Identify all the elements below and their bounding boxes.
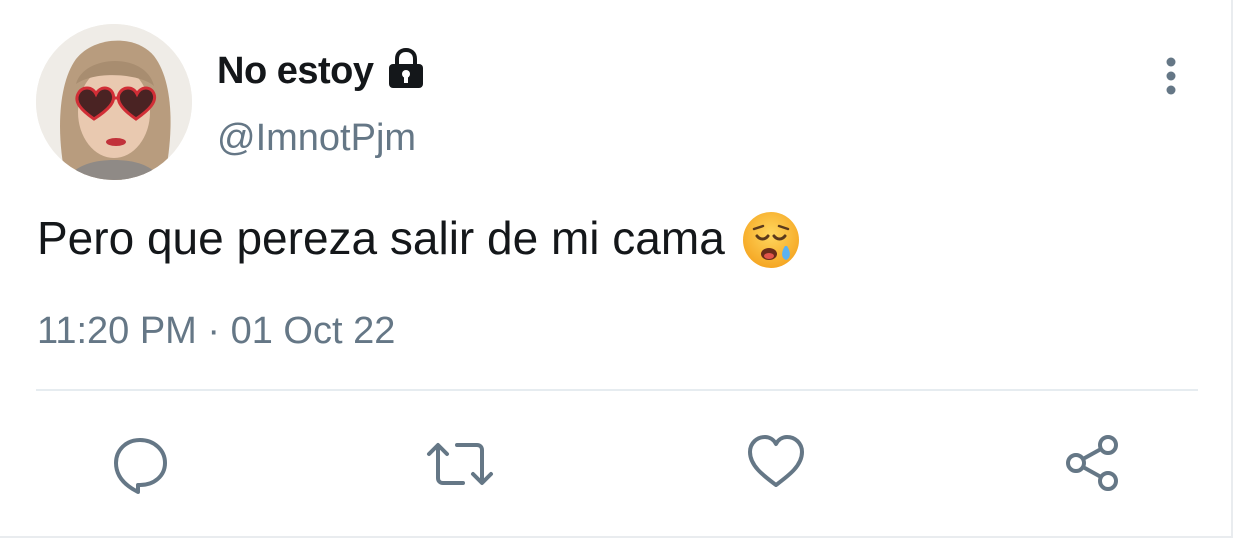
tweet-timestamp[interactable]: 11:20 PM · 01 Oct 22 <box>37 310 395 353</box>
author-display-name[interactable]: No estoy <box>217 45 429 94</box>
retweet-button[interactable] <box>425 432 493 496</box>
share-button[interactable] <box>1062 432 1126 496</box>
divider <box>36 389 1198 391</box>
reply-button[interactable] <box>108 432 172 496</box>
avatar-image <box>36 24 192 180</box>
avatar[interactable] <box>36 24 192 180</box>
share-icon <box>1066 435 1118 491</box>
more-vertical-icon[interactable] <box>1156 54 1186 98</box>
tweet-text: Pero que pereza salir de mi cama <box>37 208 801 268</box>
display-name-text: No estoy <box>217 49 374 92</box>
like-button[interactable] <box>746 432 810 496</box>
tweet-text-content: Pero que pereza salir de mi cama <box>37 212 725 264</box>
reply-icon <box>114 438 167 494</box>
like-icon <box>748 435 804 487</box>
lock-icon <box>383 45 429 91</box>
retweet-icon <box>427 443 493 485</box>
sleepy-face-emoji-icon <box>741 210 801 270</box>
author-handle[interactable]: @ImnotPjm <box>217 117 416 160</box>
tweet-card: No estoy @ImnotPjm Pero que pereza salir… <box>0 0 1233 538</box>
